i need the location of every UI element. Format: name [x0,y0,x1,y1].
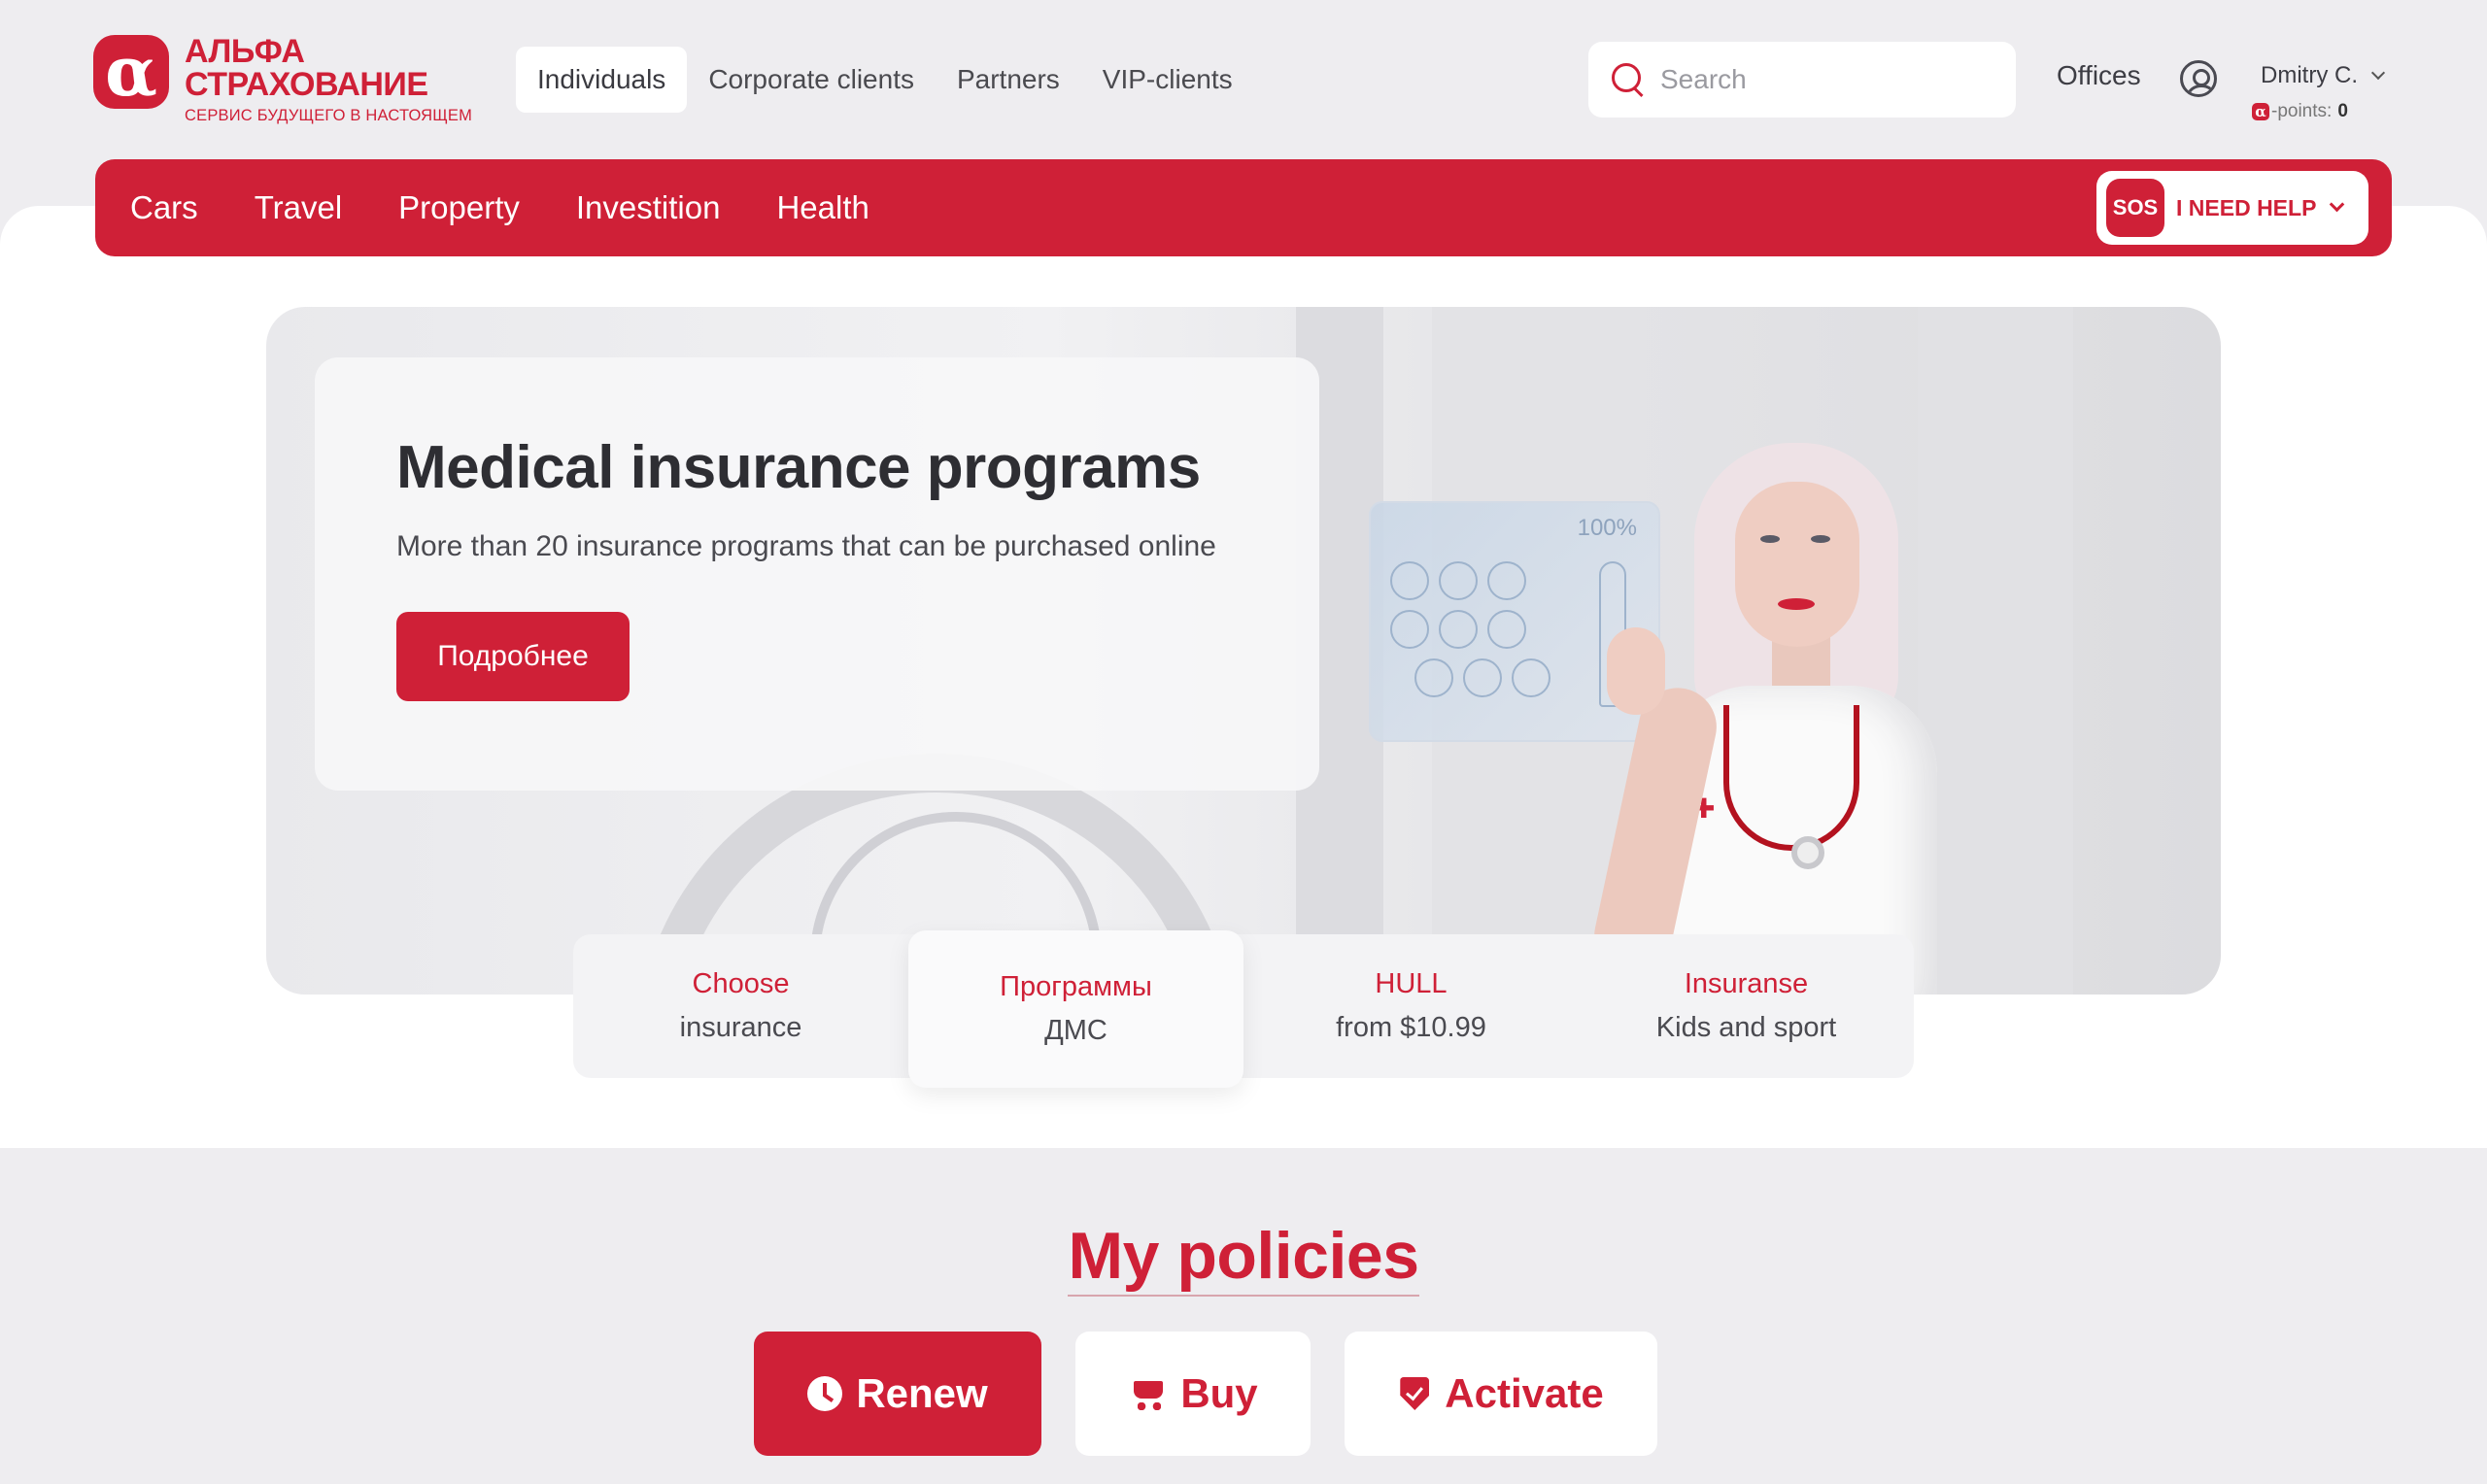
user-name: Dmitry C. [2261,62,2358,88]
quick-tab-subtitle: insurance [679,1012,802,1043]
buy-button[interactable]: Buy [1075,1332,1311,1456]
quick-tab-title: Программы [1000,971,1152,1002]
clock-icon [807,1376,843,1411]
points-label: -points: [2271,101,2333,121]
nav-item-individuals[interactable]: Individuals [516,47,688,113]
stethoscope-icon [1723,705,1859,851]
user-menu[interactable]: Dmitry C. [2261,62,2386,89]
quick-tab-hull[interactable]: HULL from $10.99 [1244,934,1579,1078]
chevron-down-icon [2370,65,2386,81]
heart-icon [1512,658,1550,697]
buy-label: Buy [1180,1370,1258,1416]
category-bar: Cars Travel Property Investition Health … [95,159,2392,256]
shield-icon [1398,1375,1431,1412]
nav-item-corporate-clients[interactable]: Corporate clients [687,47,936,113]
brand-name-line2: СТРАХОВАНИЕ [185,66,428,103]
alpha-logo-icon: α [93,35,169,109]
doctor-eye [1760,535,1780,543]
hero-subtitle: More than 20 insurance programs that can… [396,530,1216,562]
offices-link[interactable]: Offices [2057,60,2141,91]
medical-hex-icon [1487,561,1526,600]
sos-help-button[interactable]: SOS I NEED HELP [2096,171,2368,245]
hero-more-button[interactable]: Подробнее [396,612,630,701]
doctor-lips [1778,598,1815,610]
quick-tab-title: Choose [692,968,790,999]
cart-icon [1128,1377,1167,1410]
search-icon[interactable] [1610,61,1647,98]
doctor-photo: ✚ [1586,443,1995,995]
nav-item-vip-clients[interactable]: VIP-clients [1081,47,1254,113]
top-header: α АЛЬФА СТРАХОВАНИЕ СЕРВИС БУДУЩЕГО В НА… [0,0,2487,155]
search-input[interactable] [1660,64,1991,95]
brand-name-line1: АЛЬФА [185,33,305,70]
search-box[interactable] [1588,42,2016,118]
quick-tabs: Choose insurance Программы ДМС HULL from… [573,930,1914,1088]
hero-card: Medical insurance programs More than 20 … [315,357,1319,791]
medical-hex-icon [1439,561,1478,600]
category-property[interactable]: Property [398,189,520,226]
renew-label: Renew [856,1370,988,1416]
user-icon[interactable] [2180,60,2217,97]
doctor-face [1735,482,1859,647]
quick-tab-title: Insuranse [1684,968,1809,999]
doctor-eye [1811,535,1830,543]
sos-label: I NEED HELP [2176,194,2317,220]
brand-logo[interactable]: α АЛЬФА СТРАХОВАНИЕ СЕРВИС БУДУЩЕГО В НА… [93,35,482,132]
medical-hex-icon [1414,658,1453,697]
policies-title-text[interactable]: My policies [1068,1219,1419,1297]
quick-tab-subtitle: ДМС [1044,1015,1107,1046]
medical-hex-icon [1390,610,1429,649]
medical-hex-icon [1487,610,1526,649]
points-value: 0 [2337,101,2348,121]
nav-item-partners[interactable]: Partners [936,47,1081,113]
medical-hex-icon [1463,658,1502,697]
quick-tab-subtitle: Kids and sport [1655,1012,1837,1043]
main-nav: Individuals Corporate clients Partners V… [516,47,1254,113]
quick-tab-subtitle: from $10.99 [1336,1012,1486,1043]
quick-tab-title: HULL [1375,968,1448,999]
medical-hex-icon [1439,610,1478,649]
category-travel[interactable]: Travel [255,189,342,226]
brand-wordmark: АЛЬФА СТРАХОВАНИЕ СЕРВИС БУДУЩЕГО В НАСТ… [185,35,472,125]
quick-tab-dms-programs[interactable]: Программы ДМС [908,930,1244,1088]
activate-label: Activate [1445,1370,1604,1416]
category-investition[interactable]: Investition [576,189,721,226]
stethoscope-chestpiece [1791,836,1824,869]
policies-title: My policies [0,1218,2487,1297]
brand-tagline: СЕРВИС БУДУЩЕГО В НАСТОЯЩЕМ [185,107,473,124]
points-balance: α -points: 0 [2252,101,2348,122]
medical-hex-icon [1390,561,1429,600]
chevron-down-icon [2330,196,2345,212]
alpha-points-icon: α [2252,103,2269,120]
renew-button[interactable]: Renew [754,1332,1041,1456]
category-cars[interactable]: Cars [130,189,198,226]
quick-tab-choose-insurance[interactable]: Choose insurance [573,934,908,1078]
doctor-hand [1607,627,1665,715]
activate-button[interactable]: Activate [1345,1332,1657,1456]
quick-tab-kids-sport[interactable]: Insuranse Kids and sport [1579,934,1914,1078]
sos-badge: SOS [2106,179,2164,237]
hero-title: Medical insurance programs [396,434,1201,501]
category-health[interactable]: Health [776,189,869,226]
